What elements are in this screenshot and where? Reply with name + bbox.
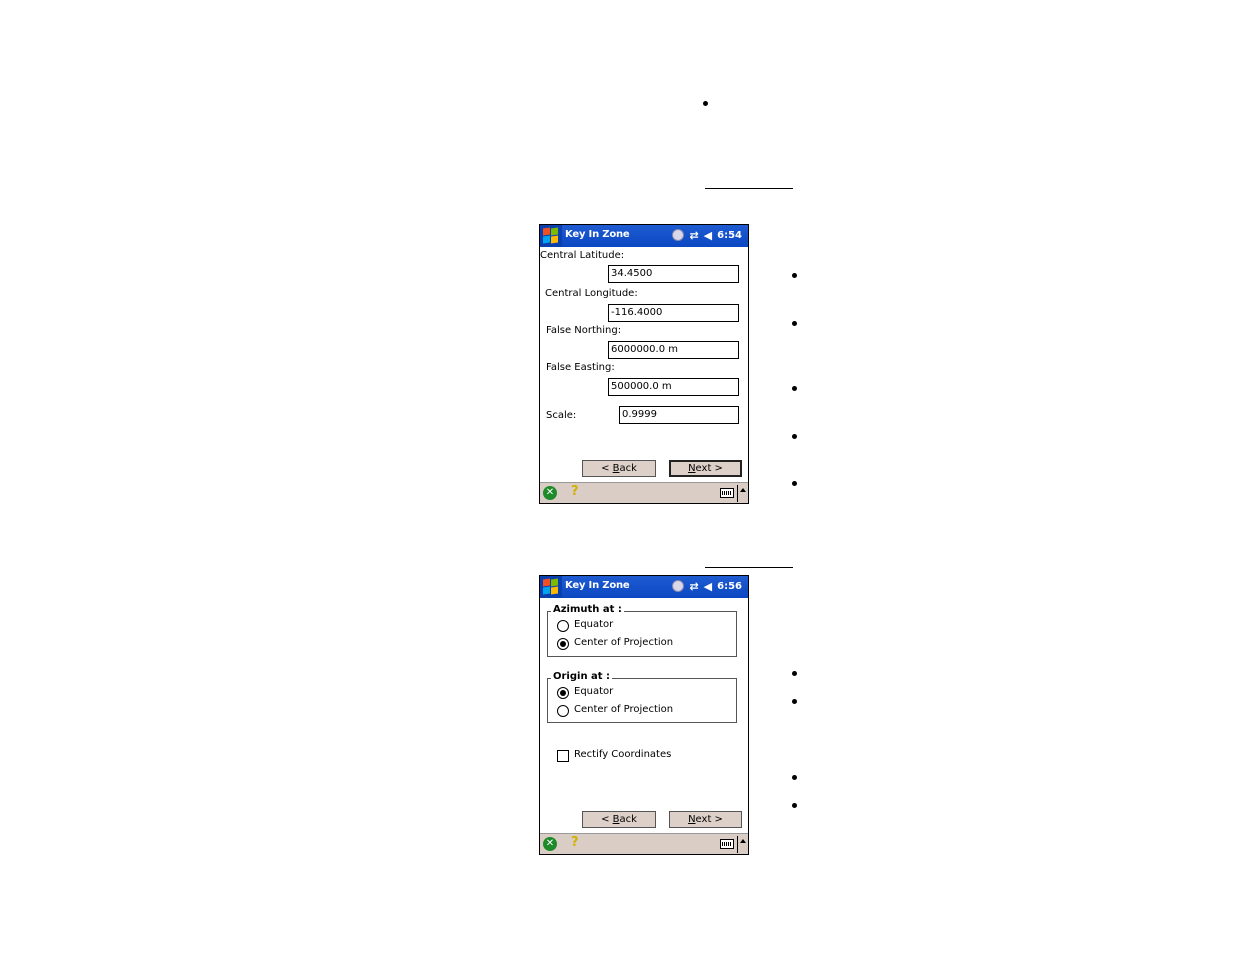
back-rest: ack (619, 814, 637, 825)
window-title: Key In Zone (565, 580, 630, 591)
page-rule (705, 188, 793, 189)
central-longitude-label: Central Longitude: (545, 288, 638, 299)
volume-icon[interactable]: ◀ (704, 230, 712, 241)
title-bar: Key In Zone ⇄ ◀ 6:56 (540, 576, 748, 598)
back-mnemonic: B (612, 814, 620, 825)
origin-group: Origin at : (547, 671, 737, 723)
page-bullet (792, 481, 797, 486)
origin-equator-radio[interactable] (557, 687, 569, 699)
back-button[interactable]: < Back (582, 460, 656, 477)
keyboard-icon[interactable] (720, 488, 734, 498)
sync-icon[interactable]: ⇄ (689, 230, 698, 241)
central-latitude-input[interactable]: 34.4500 (608, 265, 739, 283)
help-icon[interactable]: ? (571, 484, 579, 499)
input-menu-arrow-icon[interactable] (740, 839, 746, 843)
azimuth-equator-radio[interactable] (557, 620, 569, 632)
keyboard-icon[interactable] (720, 839, 734, 849)
key-in-zone-screen-1: Key In Zone ⇄ ◀ 6:54 Central Latitude: 3… (539, 224, 749, 504)
start-button[interactable] (540, 576, 562, 598)
window-title: Key In Zone (565, 229, 630, 240)
rectify-coordinates-label[interactable]: Rectify Coordinates (574, 749, 671, 760)
back-rest: ack (619, 463, 637, 474)
windows-flag-icon (543, 227, 559, 244)
back-prefix: < (601, 814, 613, 825)
central-latitude-label: Central Latitude: (540, 250, 625, 261)
origin-center-radio[interactable] (557, 705, 569, 717)
false-easting-input[interactable]: 500000.0 m (608, 378, 739, 396)
next-mnemonic: N (688, 463, 696, 474)
sync-icon[interactable]: ⇄ (689, 581, 698, 592)
page-bullet (792, 671, 797, 676)
scale-label: Scale: (546, 410, 577, 421)
page-bullet (792, 386, 797, 391)
rectify-coordinates-checkbox[interactable] (557, 750, 569, 762)
scale-input[interactable]: 0.9999 (619, 406, 739, 424)
next-rest: ext > (695, 814, 723, 825)
page-rule (705, 567, 793, 568)
page-bullet (792, 775, 797, 780)
page-bullet (792, 273, 797, 278)
back-mnemonic: B (612, 463, 620, 474)
close-icon[interactable]: ✕ (543, 837, 557, 851)
divider (737, 836, 738, 853)
divider (737, 485, 738, 502)
windows-flag-icon (543, 578, 559, 595)
page-bullet (792, 803, 797, 808)
next-mnemonic: N (688, 814, 696, 825)
page-bullet (792, 699, 797, 704)
azimuth-equator-label[interactable]: Equator (574, 619, 613, 630)
false-northing-input[interactable]: 6000000.0 m (608, 341, 739, 359)
title-bar: Key In Zone ⇄ ◀ 6:54 (540, 225, 748, 247)
azimuth-group: Azimuth at : (547, 604, 737, 657)
command-bar: ✕ ? (540, 482, 748, 503)
page-bullet (792, 321, 797, 326)
azimuth-group-label: Azimuth at : (551, 604, 624, 615)
false-easting-label: False Easting: (546, 362, 615, 373)
central-longitude-input[interactable]: -116.4000 (608, 304, 739, 322)
next-rest: ext > (695, 463, 723, 474)
false-northing-label: False Northing: (546, 325, 622, 336)
clock[interactable]: 6:54 (717, 230, 742, 241)
next-button[interactable]: Next > (669, 460, 742, 477)
azimuth-center-radio[interactable] (557, 638, 569, 650)
volume-icon[interactable]: ◀ (704, 581, 712, 592)
close-icon[interactable]: ✕ (543, 486, 557, 500)
connectivity-icon[interactable] (672, 580, 685, 592)
command-bar: ✕ ? (540, 833, 748, 854)
origin-center-label[interactable]: Center of Projection (574, 704, 673, 715)
start-button[interactable] (540, 225, 562, 247)
connectivity-icon[interactable] (672, 229, 685, 241)
help-icon[interactable]: ? (571, 835, 579, 850)
back-button[interactable]: < Back (582, 811, 656, 828)
next-button[interactable]: Next > (669, 811, 742, 828)
back-prefix: < (601, 463, 613, 474)
input-menu-arrow-icon[interactable] (740, 488, 746, 492)
origin-equator-label[interactable]: Equator (574, 686, 613, 697)
page-bullet (703, 101, 708, 106)
key-in-zone-screen-2: Key In Zone ⇄ ◀ 6:56 Azimuth at : Equato… (539, 575, 749, 855)
clock[interactable]: 6:56 (717, 581, 742, 592)
page-bullet (792, 434, 797, 439)
azimuth-center-label[interactable]: Center of Projection (574, 637, 673, 648)
origin-group-label: Origin at : (551, 671, 613, 682)
